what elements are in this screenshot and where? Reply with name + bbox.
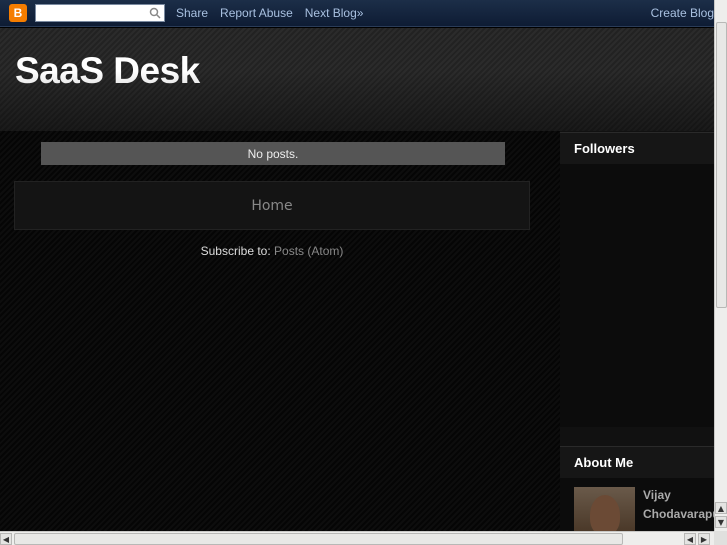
blog-title[interactable]: SaaS Desk <box>15 50 200 92</box>
subscribe-label: Subscribe to: <box>200 244 271 258</box>
scroll-up-arrow-icon[interactable]: ▲ <box>715 502 727 514</box>
scroll-left-arrow-icon-2[interactable]: ◀ <box>684 533 696 545</box>
search-input[interactable] <box>36 5 146 21</box>
blog-pager: Home <box>14 181 530 230</box>
blogger-navbar: B Share Report Abuse Next Blog» Create B… <box>0 0 714 27</box>
scroll-left-arrow-icon[interactable]: ◀ <box>0 533 12 545</box>
next-blog-link[interactable]: Next Blog» <box>305 6 364 20</box>
scroll-right-arrow-icon[interactable]: ▶ <box>698 533 710 545</box>
scroll-down-arrow-icon[interactable]: ▼ <box>715 516 727 528</box>
create-blog-link[interactable]: Create Blog <box>651 6 714 20</box>
author-name-link[interactable]: Vijay Chodavarapu <box>643 486 715 524</box>
share-link[interactable]: Share <box>176 6 208 20</box>
vertical-scrollbar[interactable]: ▲ ▼ <box>714 0 727 531</box>
about-me-widget-title: About Me <box>560 446 714 478</box>
no-posts-message: No posts. <box>41 142 505 165</box>
search-icon[interactable] <box>149 7 161 19</box>
horizontal-scroll-thumb[interactable] <box>14 533 623 545</box>
posts-atom-link[interactable]: Posts (Atom) <box>274 244 343 258</box>
search-box <box>35 4 165 22</box>
blog-header: SaaS Desk <box>0 28 714 131</box>
report-abuse-link[interactable]: Report Abuse <box>220 6 293 20</box>
main-column: No posts. Home Subscribe to: Posts (Atom… <box>0 131 560 531</box>
horizontal-scrollbar[interactable]: ◀ ◀ ▶ <box>0 531 714 545</box>
followers-widget-title: Followers <box>560 132 714 164</box>
blogger-logo-icon[interactable]: B <box>9 4 27 22</box>
author-face <box>590 495 620 532</box>
vertical-scroll-thumb[interactable] <box>716 22 727 308</box>
author-avatar[interactable] <box>574 487 635 532</box>
followers-widget-body <box>560 164 714 427</box>
scrollbar-corner <box>714 531 727 545</box>
home-link[interactable]: Home <box>251 198 292 214</box>
subscribe-line: Subscribe to: Posts (Atom) <box>0 244 544 258</box>
